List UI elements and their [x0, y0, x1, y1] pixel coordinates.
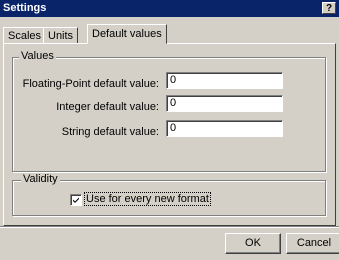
tab-label: Default values [92, 28, 162, 40]
tab-scales[interactable]: Scales [3, 27, 47, 44]
title-bar: Settings ? [0, 0, 339, 17]
cancel-button[interactable]: Cancel [286, 233, 339, 254]
bottom-separator [0, 226, 339, 228]
tab-default-values[interactable]: Default values [87, 24, 167, 44]
tab-label: Units [48, 30, 74, 42]
validity-group-title: Validity [21, 173, 60, 185]
floating-point-label: Floating-Point default value: [22, 78, 159, 90]
string-default-field[interactable]: 0 [166, 120, 283, 137]
integer-label: Integer default value: [56, 101, 159, 113]
help-button[interactable]: ? [322, 2, 336, 14]
tab-label: Scales [8, 30, 42, 42]
settings-dialog: Settings ? Scales Units Default values V… [0, 0, 339, 260]
values-group-title: Values [19, 50, 56, 62]
tab-panel: Values Floating-Point default value: 0 I… [3, 43, 336, 226]
integer-default-field[interactable]: 0 [166, 95, 283, 112]
string-label: String default value: [61, 126, 159, 138]
tab-units[interactable]: Units [43, 27, 79, 44]
use-for-new-format-checkbox[interactable] [70, 194, 82, 206]
ok-button[interactable]: OK [225, 233, 281, 254]
use-for-new-format-label[interactable]: Use for every new format [84, 192, 211, 206]
window-title: Settings [3, 2, 47, 14]
floating-point-default-field[interactable]: 0 [166, 72, 283, 89]
checkmark-icon [73, 197, 79, 203]
